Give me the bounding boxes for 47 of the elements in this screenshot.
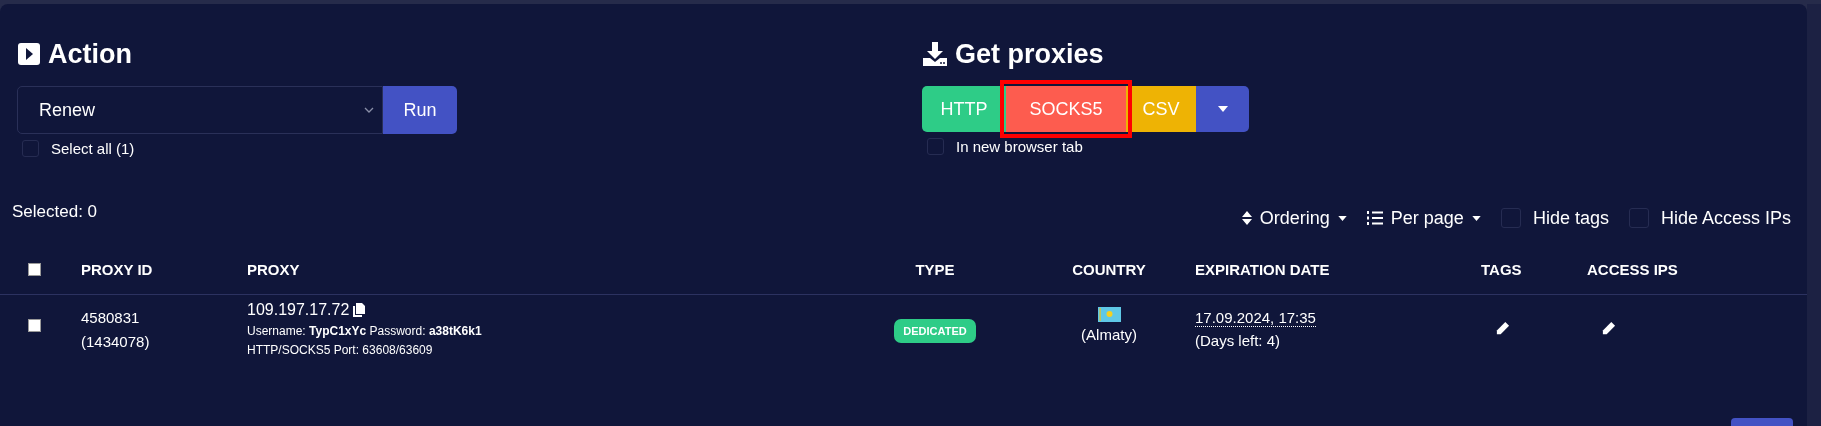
proxy-address: 109.197.17.72	[247, 301, 350, 319]
copy-icon[interactable]	[353, 303, 366, 317]
column-header: EXPIRATION DATE	[1195, 260, 1330, 278]
ports-text: HTTP/SOCKS5 Port: 63608/63609	[247, 343, 434, 357]
checkbox-label: Hide Access IPs	[1660, 207, 1791, 229]
edit-icon[interactable]	[1601, 321, 1616, 336]
list-icon	[1366, 211, 1383, 225]
checkbox-label: Select all (1)	[51, 140, 135, 157]
city-text: (Almaty)	[1081, 326, 1137, 343]
type-badge: DEDICATED	[894, 319, 976, 343]
play-icon	[17, 42, 41, 66]
section-title: Get proxies	[955, 38, 1104, 70]
checkbox[interactable]	[1628, 208, 1649, 228]
checkbox[interactable]	[22, 140, 39, 157]
chevron-icon	[364, 107, 374, 113]
column-header: PROXY ID	[81, 260, 153, 278]
ordering-dropdown[interactable]: Ordering	[1241, 207, 1347, 229]
edit-icon[interactable]	[1495, 321, 1510, 336]
download-icon	[922, 41, 948, 67]
caret-icon	[1471, 215, 1481, 221]
caret-icon	[1217, 106, 1228, 112]
checkbox-label: Hide tags	[1532, 207, 1609, 229]
checkbox[interactable]	[28, 262, 41, 276]
column-header: PROXY	[247, 260, 300, 278]
action-select[interactable]: Renew	[17, 86, 383, 134]
checkbox[interactable]	[28, 319, 41, 332]
caret-icon	[1337, 215, 1347, 221]
expiration-date: 17.09.2024, 17:35	[1195, 309, 1316, 327]
checkbox-label: In new browser tab	[956, 138, 1083, 155]
order-id: (1434078)	[81, 333, 151, 350]
sort-icon	[1241, 211, 1252, 225]
checkbox[interactable]	[927, 138, 944, 155]
credentials-text: Username: TypC1xYc Password: a38tK6k1	[247, 324, 483, 338]
column-header: TAGS	[1481, 260, 1522, 278]
days-left: (Days left: 4)	[1195, 332, 1282, 349]
selected-count: Selected: 0	[12, 202, 98, 222]
flag-icon	[1097, 307, 1121, 322]
per-page-dropdown[interactable]: Per page	[1366, 207, 1481, 229]
dropdown-button[interactable]	[1196, 86, 1249, 132]
run-button[interactable]: Run	[383, 86, 457, 134]
checkbox[interactable]	[1500, 208, 1521, 228]
column-header: TYPE	[915, 260, 955, 278]
column-header: ACCESS IPS	[1587, 260, 1678, 278]
proxy-id: 4580831	[81, 309, 141, 326]
section-title: Action	[48, 38, 132, 70]
scrollbar[interactable]	[1807, 4, 1821, 426]
column-header: COUNTRY	[1072, 260, 1146, 278]
